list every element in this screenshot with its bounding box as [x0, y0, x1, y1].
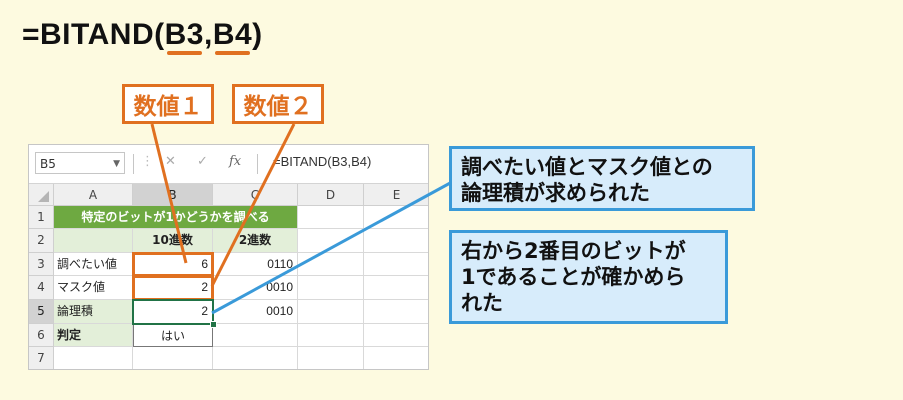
note1-line2: 論理積が求められた	[461, 181, 650, 205]
note-and-result: 調べたい値とマスク値との 論理積が求められた	[449, 146, 755, 211]
note2-line2: 1であることが確かめら	[461, 265, 686, 289]
connector-note1	[211, 180, 453, 315]
note2-line1: 右から2番目のビットが	[461, 239, 686, 263]
note2-line3: れた	[461, 291, 503, 315]
connector-number2	[210, 123, 296, 287]
connector-number1	[150, 123, 188, 264]
note1-line1: 調べたい値とマスク値との	[461, 155, 713, 179]
note-bit-check: 右から2番目のビットが 1であることが確かめら れた	[449, 230, 728, 324]
